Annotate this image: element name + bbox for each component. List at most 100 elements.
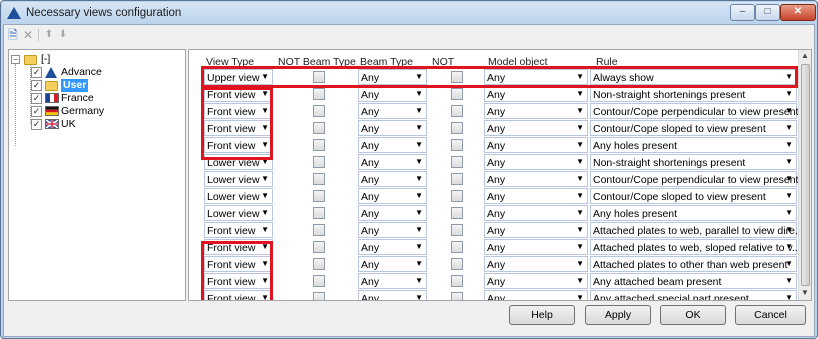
- column-header-view-type[interactable]: View Type: [206, 56, 254, 68]
- tree-item-advance[interactable]: ✓ Advance: [31, 66, 171, 79]
- dropdown-arrow-icon[interactable]: ▼: [415, 208, 423, 217]
- dropdown-arrow-icon[interactable]: ▼: [576, 276, 584, 285]
- rule-select[interactable]: Contour/Cope perpendicular to view prese…: [590, 171, 798, 187]
- column-header-beam-type[interactable]: Beam Type: [360, 56, 413, 68]
- dropdown-arrow-icon[interactable]: ▼: [261, 225, 269, 234]
- rule-select[interactable]: Any holes present ▼: [590, 137, 797, 153]
- dropdown-arrow-icon[interactable]: ▼: [576, 242, 584, 251]
- not-beam-type-checkbox[interactable]: [313, 241, 325, 253]
- ok-button[interactable]: OK: [660, 305, 726, 325]
- collapse-icon[interactable]: −: [11, 55, 20, 64]
- not-checkbox[interactable]: [451, 258, 463, 270]
- dropdown-arrow-icon[interactable]: ▼: [415, 259, 423, 268]
- dropdown-arrow-icon[interactable]: ▼: [415, 174, 423, 183]
- column-header-model-object[interactable]: Model object: [488, 56, 548, 68]
- dropdown-arrow-icon[interactable]: ▼: [415, 293, 423, 300]
- beam-type-select[interactable]: Any ▼: [358, 69, 427, 85]
- tree-root[interactable]: − [-]: [11, 53, 171, 66]
- title-bar[interactable]: Necessary views configuration – □ ✕: [2, 2, 816, 24]
- dropdown-arrow-icon[interactable]: ▼: [576, 72, 584, 81]
- not-beam-type-checkbox[interactable]: [313, 71, 325, 83]
- beam-type-select[interactable]: Any ▼: [358, 137, 427, 153]
- tree-item-uk[interactable]: ✓ UK: [31, 118, 171, 131]
- model-object-select[interactable]: Any ▼: [484, 239, 588, 255]
- dropdown-arrow-icon[interactable]: ▼: [415, 140, 423, 149]
- not-checkbox[interactable]: [451, 292, 463, 300]
- dropdown-arrow-icon[interactable]: ▼: [415, 72, 423, 81]
- model-object-select[interactable]: Any ▼: [484, 188, 588, 204]
- beam-type-select[interactable]: Any ▼: [358, 273, 427, 289]
- model-object-select[interactable]: Any ▼: [484, 273, 588, 289]
- model-object-select[interactable]: Any ▼: [484, 86, 588, 102]
- dropdown-arrow-icon[interactable]: ▼: [261, 157, 269, 166]
- view-type-select[interactable]: Front view ▼: [204, 103, 273, 119]
- not-beam-type-checkbox[interactable]: [313, 105, 325, 117]
- dropdown-arrow-icon[interactable]: ▼: [576, 140, 584, 149]
- dropdown-arrow-icon[interactable]: ▼: [415, 276, 423, 285]
- dropdown-arrow-icon[interactable]: ▼: [261, 89, 269, 98]
- dropdown-arrow-icon[interactable]: ▼: [261, 106, 269, 115]
- model-object-select[interactable]: Any ▼: [484, 171, 588, 187]
- beam-type-select[interactable]: Any ▼: [358, 103, 427, 119]
- table-row[interactable]: Front view ▼ Any ▼ Any ▼ Contour/Cope perpendi…: [201, 103, 798, 120]
- not-checkbox[interactable]: [451, 224, 463, 236]
- table-row[interactable]: Front view ▼ Any ▼ Any ▼ Attached plates to ot…: [201, 256, 798, 273]
- not-beam-type-checkbox[interactable]: [313, 224, 325, 236]
- not-beam-type-checkbox[interactable]: [313, 139, 325, 151]
- help-button[interactable]: Help: [509, 305, 575, 325]
- rule-select[interactable]: Attached plates to other than web presen…: [590, 256, 797, 272]
- model-object-select[interactable]: Any ▼: [484, 154, 588, 170]
- view-type-select[interactable]: Front view ▼: [204, 273, 273, 289]
- scroll-down-icon[interactable]: ▼: [801, 288, 809, 297]
- not-beam-type-checkbox[interactable]: [313, 292, 325, 300]
- dropdown-arrow-icon[interactable]: ▼: [785, 157, 793, 166]
- not-checkbox[interactable]: [451, 207, 463, 219]
- dropdown-arrow-icon[interactable]: ▼: [415, 123, 423, 132]
- beam-type-select[interactable]: Any ▼: [358, 120, 427, 136]
- dropdown-arrow-icon[interactable]: ▼: [261, 293, 269, 300]
- view-type-select[interactable]: Lower view ▼: [204, 171, 273, 187]
- not-checkbox[interactable]: [451, 88, 463, 100]
- table-row[interactable]: Lower view ▼ Any ▼ Any ▼ Non-straight shorteni…: [201, 154, 798, 171]
- beam-type-select[interactable]: Any ▼: [358, 256, 427, 272]
- not-checkbox[interactable]: [451, 122, 463, 134]
- view-type-select[interactable]: Front view ▼: [204, 222, 273, 238]
- model-object-select[interactable]: Any ▼: [484, 222, 588, 238]
- dropdown-arrow-icon[interactable]: ▼: [261, 259, 269, 268]
- table-row[interactable]: Front view ▼ Any ▼ Any ▼ Any attached beam pre…: [201, 273, 798, 290]
- dropdown-arrow-icon[interactable]: ▼: [415, 106, 423, 115]
- minimize-button[interactable]: –: [730, 4, 755, 21]
- dropdown-arrow-icon[interactable]: ▼: [785, 174, 793, 183]
- not-beam-type-checkbox[interactable]: [313, 173, 325, 185]
- scroll-thumb[interactable]: [801, 64, 810, 286]
- delete-icon[interactable]: ✕: [21, 28, 35, 42]
- dropdown-arrow-icon[interactable]: ▼: [261, 242, 269, 251]
- model-object-select[interactable]: Any ▼: [484, 120, 588, 136]
- view-type-select[interactable]: Upper view ▼: [204, 69, 273, 85]
- apply-button[interactable]: Apply: [585, 305, 651, 325]
- table-row[interactable]: Front view ▼ Any ▼ Any ▼ Contour/Cope sloped t…: [201, 120, 798, 137]
- beam-type-select[interactable]: Any ▼: [358, 222, 427, 238]
- table-row[interactable]: Front view ▼ Any ▼ Any ▼ Any holes present ▼: [201, 137, 798, 154]
- view-type-select[interactable]: Lower view ▼: [204, 188, 273, 204]
- rule-select[interactable]: Any holes present ▼: [590, 205, 797, 221]
- view-type-select[interactable]: Lower view ▼: [204, 205, 273, 221]
- dropdown-arrow-icon[interactable]: ▼: [785, 123, 793, 132]
- move-up-icon[interactable]: ⬆: [42, 28, 56, 42]
- dropdown-arrow-icon[interactable]: ▼: [785, 89, 793, 98]
- not-checkbox[interactable]: [451, 105, 463, 117]
- dropdown-arrow-icon[interactable]: ▼: [415, 157, 423, 166]
- dropdown-arrow-icon[interactable]: ▼: [576, 293, 584, 300]
- rule-select[interactable]: Attached plates to web, parallel to view…: [590, 222, 804, 238]
- dropdown-arrow-icon[interactable]: ▼: [261, 72, 269, 81]
- not-checkbox[interactable]: [451, 190, 463, 202]
- dropdown-arrow-icon[interactable]: ▼: [785, 191, 793, 200]
- dropdown-arrow-icon[interactable]: ▼: [261, 276, 269, 285]
- not-beam-type-checkbox[interactable]: [313, 207, 325, 219]
- rule-select[interactable]: Any attached special part present ▼: [590, 290, 797, 300]
- beam-type-select[interactable]: Any ▼: [358, 239, 427, 255]
- model-object-select[interactable]: Any ▼: [484, 290, 588, 300]
- beam-type-select[interactable]: Any ▼: [358, 154, 427, 170]
- not-checkbox[interactable]: [451, 275, 463, 287]
- vertical-scrollbar[interactable]: ▲ ▼: [798, 50, 811, 300]
